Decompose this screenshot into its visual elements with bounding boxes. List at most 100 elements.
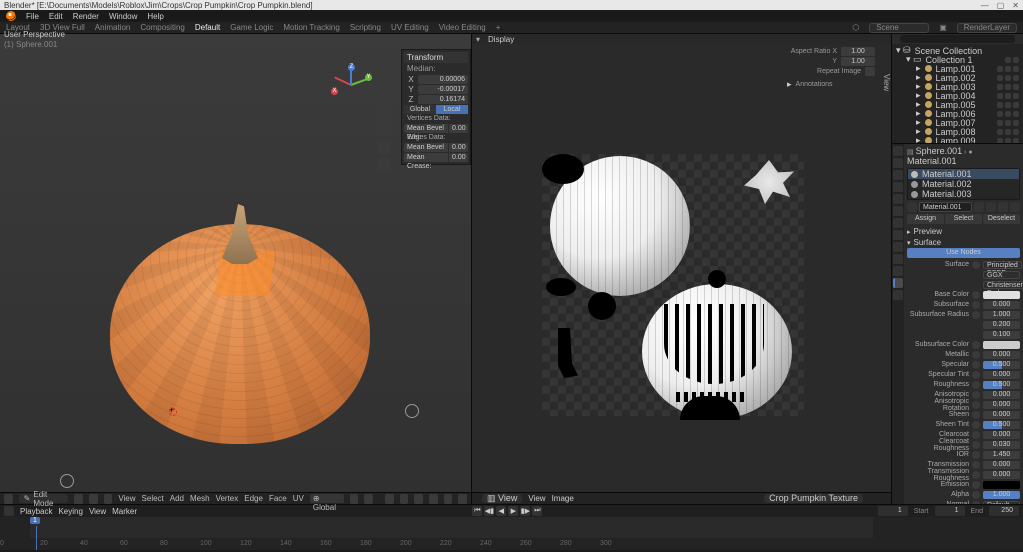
- socket-icon[interactable]: [972, 261, 980, 269]
- current-frame-field[interactable]: 1: [878, 506, 908, 516]
- distribution-dropdown[interactable]: GGX: [983, 271, 1020, 279]
- tab-texture-icon[interactable]: [893, 290, 903, 300]
- tab-render-icon[interactable]: [893, 146, 903, 156]
- renderlayer-selector[interactable]: RenderLayer: [957, 23, 1017, 33]
- sel-mode-face-icon[interactable]: [104, 494, 113, 504]
- tab-motiontracking[interactable]: Motion Tracking: [283, 23, 339, 32]
- socket-icon[interactable]: [972, 391, 980, 399]
- transform-header[interactable]: Transform: [404, 52, 468, 63]
- socket-icon[interactable]: [972, 411, 980, 419]
- material-new-icon[interactable]: [998, 202, 1008, 212]
- socket-icon[interactable]: [972, 461, 980, 469]
- anisotropic-field[interactable]: 0.000: [983, 391, 1020, 399]
- vp-menu-edge[interactable]: Edge: [244, 494, 263, 503]
- tab-uvediting[interactable]: UV Editing: [391, 23, 429, 32]
- tab-material-icon[interactable]: [893, 278, 903, 288]
- specular-tint-field[interactable]: 0.000: [983, 371, 1020, 379]
- space-local-toggle[interactable]: Local: [436, 105, 468, 114]
- shading-solid-icon[interactable]: [429, 494, 438, 504]
- image-name-field[interactable]: Crop Pumpkin Texture: [764, 494, 863, 503]
- keyframe-prev-icon[interactable]: ◀▮: [484, 506, 494, 516]
- tab-animation[interactable]: Animation: [95, 23, 131, 32]
- socket-icon[interactable]: [972, 361, 980, 369]
- camera-icon[interactable]: [377, 140, 391, 154]
- sheen-field[interactable]: 0.000: [983, 411, 1020, 419]
- socket-icon[interactable]: [972, 311, 980, 319]
- image-mode-selector[interactable]: ▥ View: [482, 494, 522, 503]
- overlay-toggle-icon[interactable]: [385, 494, 394, 504]
- navigation-gizmo[interactable]: X Y Z: [331, 64, 371, 104]
- tab-viewlayer-icon[interactable]: [893, 170, 903, 180]
- axis-x-icon[interactable]: X: [331, 88, 338, 95]
- perspective-icon[interactable]: [377, 158, 391, 172]
- clearcoat-rough-field[interactable]: 0.030: [983, 441, 1020, 449]
- tl-menu-view[interactable]: View: [89, 507, 106, 516]
- median-x-field[interactable]: 0.00006: [418, 75, 468, 84]
- scene-selector[interactable]: Scene: [869, 23, 929, 33]
- mesh-object-pumpkin[interactable]: [110, 204, 370, 444]
- socket-icon[interactable]: [972, 301, 980, 309]
- vp-menu-view[interactable]: View: [118, 494, 135, 503]
- normal-dropdown[interactable]: Default: [983, 501, 1020, 505]
- img-menu-view[interactable]: View: [528, 494, 545, 503]
- roughness-slider[interactable]: 0.500: [983, 381, 1020, 389]
- vp-menu-face[interactable]: Face: [269, 494, 287, 503]
- outliner-search-input[interactable]: [900, 35, 1015, 43]
- material-unlink-icon[interactable]: [1010, 202, 1020, 212]
- aspect-x-field[interactable]: 1.00: [841, 47, 875, 56]
- tab-modifier-icon[interactable]: [893, 218, 903, 228]
- tab-object-icon[interactable]: [893, 206, 903, 216]
- shading-lookdev-icon[interactable]: [444, 494, 453, 504]
- sss-radius-1-field[interactable]: 0.200: [983, 321, 1020, 329]
- material-slot[interactable]: Material.003: [908, 189, 1019, 199]
- sheen-tint-slider[interactable]: 0.500: [983, 421, 1020, 429]
- pan-icon[interactable]: [377, 122, 391, 136]
- image-side-tab-view[interactable]: View: [881, 74, 891, 91]
- select-button[interactable]: Select: [945, 214, 982, 224]
- socket-icon[interactable]: [972, 341, 980, 349]
- assign-button[interactable]: Assign: [907, 214, 944, 224]
- vp-menu-select[interactable]: Select: [142, 494, 164, 503]
- aspect-y-field[interactable]: 1.00: [841, 57, 875, 66]
- sss-radius-2-field[interactable]: 0.100: [983, 331, 1020, 339]
- material-browse-icon[interactable]: [907, 202, 917, 212]
- sel-mode-vertex-icon[interactable]: [74, 494, 83, 504]
- deselect-button[interactable]: Deselect: [983, 214, 1020, 224]
- tab-add[interactable]: +: [496, 23, 501, 32]
- material-name-field[interactable]: Material.001: [919, 202, 972, 212]
- specular-slider[interactable]: 0.500: [983, 361, 1020, 369]
- material-copy-icon[interactable]: [986, 202, 996, 212]
- socket-icon[interactable]: [972, 491, 980, 499]
- socket-icon[interactable]: [972, 451, 980, 459]
- annotations-header[interactable]: Annotations: [796, 81, 875, 88]
- editor-type-icon[interactable]: [4, 494, 13, 504]
- use-nodes-button[interactable]: Use Nodes: [907, 248, 1020, 258]
- mean-crease-field[interactable]: 0.00: [448, 153, 468, 162]
- tab-default[interactable]: Default: [195, 23, 220, 32]
- metallic-field[interactable]: 0.000: [983, 351, 1020, 359]
- median-y-field[interactable]: -0.00017: [418, 85, 468, 94]
- menu-help[interactable]: Help: [147, 12, 163, 21]
- transmission-field[interactable]: 0.000: [983, 461, 1020, 469]
- material-users-icon[interactable]: [974, 202, 984, 212]
- sss-radius-0-field[interactable]: 1.000: [983, 311, 1020, 319]
- repeat-image-checkbox[interactable]: [865, 67, 875, 76]
- vp-menu-vertex[interactable]: Vertex: [216, 494, 239, 503]
- mode-selector[interactable]: ✎Edit Mode: [19, 494, 69, 503]
- material-slot[interactable]: Material.002: [908, 179, 1019, 189]
- image-editor[interactable]: ▾ Display Aspect Ratio X1.00 Y1.00 Repea…: [472, 34, 892, 504]
- vp-menu-add[interactable]: Add: [170, 494, 184, 503]
- uv-image-canvas[interactable]: [542, 154, 804, 416]
- ior-field[interactable]: 1.450: [983, 451, 1020, 459]
- material-slot[interactable]: Material.001: [908, 169, 1019, 179]
- emission-field[interactable]: [983, 481, 1020, 489]
- menu-edit[interactable]: Edit: [49, 12, 63, 21]
- orientation-selector[interactable]: ⊕ Global: [310, 494, 344, 503]
- tab-world-icon[interactable]: [893, 194, 903, 204]
- socket-icon[interactable]: [972, 401, 980, 409]
- socket-icon[interactable]: [972, 381, 980, 389]
- menu-render[interactable]: Render: [73, 12, 99, 21]
- tab-particle-icon[interactable]: [893, 230, 903, 240]
- clearcoat-field[interactable]: 0.000: [983, 431, 1020, 439]
- shading-rendered-icon[interactable]: [458, 494, 467, 504]
